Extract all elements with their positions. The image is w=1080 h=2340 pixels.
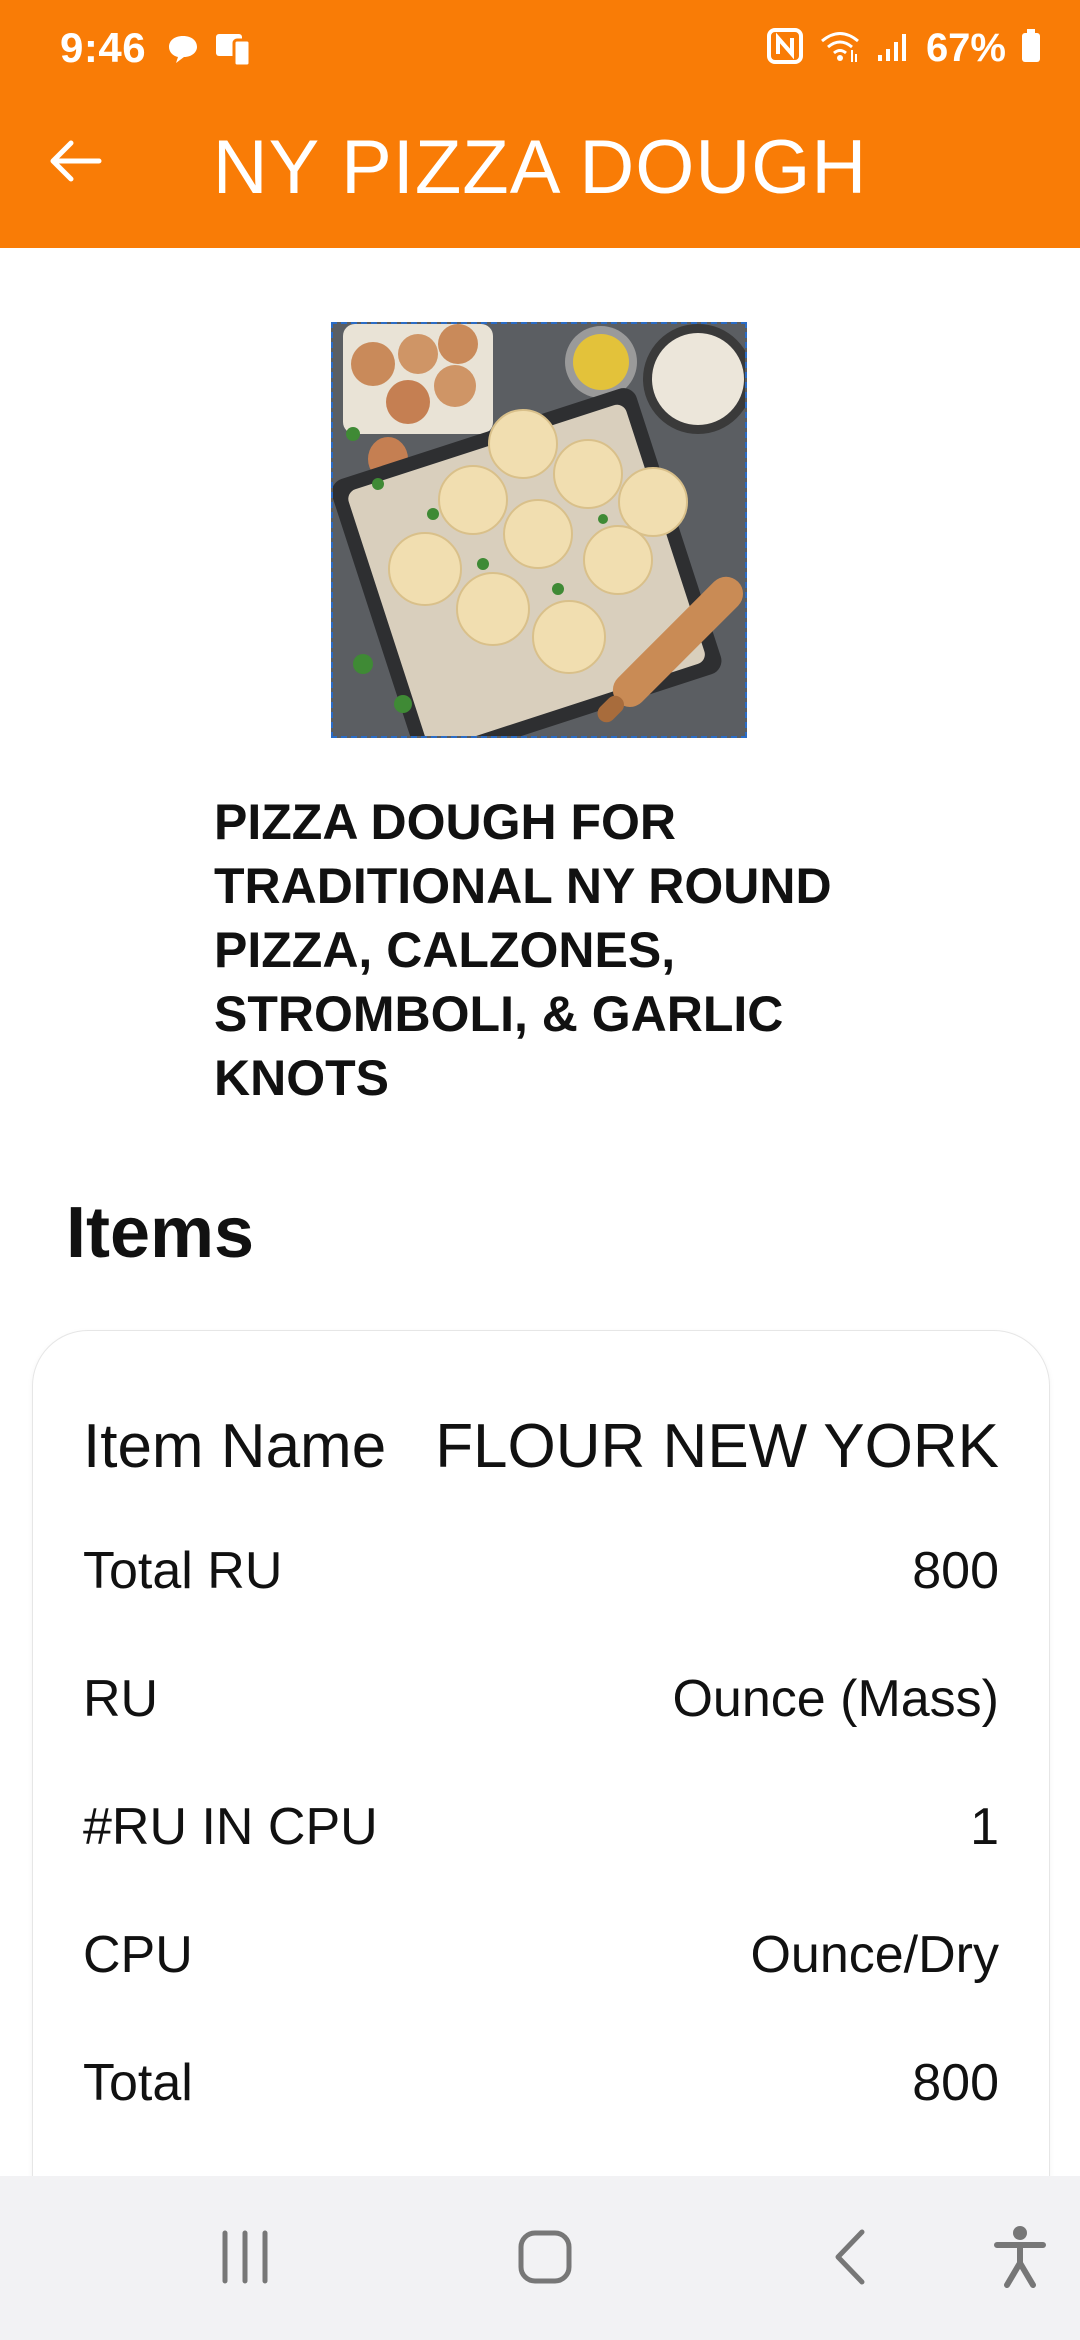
item-row-total-ru: Total RU 800 [83,1541,999,1601]
item-row-cpu: CPU Ounce/Dry [83,1925,999,1985]
item-row-label: RU [83,1670,159,1728]
item-row-label: CPU [83,1926,193,1984]
status-bar: 9:46 67% [0,0,1080,105]
nfc-icon [766,27,804,70]
recents-icon [215,2229,275,2290]
recipe-image[interactable] [331,322,747,738]
home-button[interactable] [500,2222,590,2296]
system-back-button[interactable] [810,2222,890,2296]
items-heading: Items [66,1193,255,1273]
app-bar: 9:46 67% NY PIZZA DOUGH [0,0,1080,248]
accessibility-icon [993,2225,1047,2294]
item-row-label: Item Name [83,1412,387,1481]
item-row-ru-in-cpu: #RU IN CPU 1 [83,1797,999,1857]
item-card[interactable]: Item Name FLOUR NEW YORK Total RU 800 RU… [32,1330,1050,2232]
item-row-value: Ounce (Mass) [672,1670,999,1728]
recents-button[interactable] [200,2222,290,2296]
recipe-description: PIZZA DOUGH FOR TRADITIONAL NY ROUND PIZ… [214,794,832,1106]
item-row-name: Item Name FLOUR NEW YORK [83,1411,999,1482]
device-icon [214,30,254,73]
item-row-label: Total [83,2054,193,2112]
item-row-label: #RU IN CPU [83,1798,378,1856]
chat-bubble-icon [166,32,200,71]
battery-percent: 67% [925,26,1006,70]
item-row-value: Ounce/Dry [750,1926,999,1984]
item-row-label: Total RU [83,1542,283,1600]
page-title: NY PIZZA DOUGH [212,125,868,210]
signal-icon [876,29,912,68]
back-icon [828,2227,872,2292]
item-row-value: FLOUR NEW YORK [435,1412,999,1481]
item-row-value: 1 [970,1798,999,1856]
item-row-total: Total 800 [83,2053,999,2113]
status-time: 9:46 [60,24,147,71]
item-row-value: 800 [912,2054,999,2112]
item-row-value: 800 [912,1542,999,1600]
wifi-icon [818,28,862,69]
item-row-ru: RU Ounce (Mass) [83,1669,999,1729]
home-icon [516,2228,574,2291]
battery-icon [1020,28,1042,69]
accessibility-button[interactable] [985,2222,1055,2296]
